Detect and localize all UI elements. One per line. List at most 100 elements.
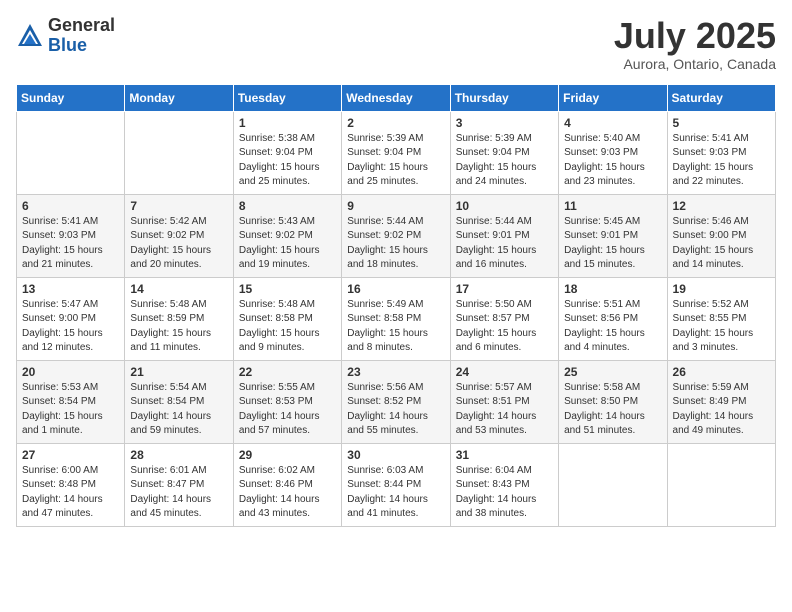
calendar-cell: 27 Sunrise: 6:00 AMSunset: 8:48 PMDayligh… (17, 443, 125, 526)
calendar-cell: 2 Sunrise: 5:39 AMSunset: 9:04 PMDaylight… (342, 111, 450, 194)
calendar-cell: 9Sunrise: 5:44 AMSunset: 9:02 PMDaylight… (342, 194, 450, 277)
day-number: 21 (130, 365, 227, 379)
calendar-cell: 24 Sunrise: 5:57 AMSunset: 8:51 PMDayligh… (450, 360, 558, 443)
day-info: Sunrise: 5:38 AMSunset: 9:04 PMDaylight:… (239, 132, 336, 190)
location-text: Aurora, Ontario, Canada (614, 56, 776, 72)
day-number: 20 (22, 365, 119, 379)
day-number: 3 (456, 116, 553, 130)
header-sunday: Sunday (17, 84, 125, 111)
day-info: Sunrise: 5:40 AMSunset: 9:03 PMDaylight:… (564, 132, 661, 190)
day-info: Sunrise: 5:53 AMSunset: 8:54 PMDaylight:… (22, 381, 119, 439)
calendar-cell: 18Sunrise: 5:51 AMSunset: 8:56 PMDayligh… (559, 277, 667, 360)
day-number: 18 (564, 282, 661, 296)
page-header: General Blue July 2025 Aurora, Ontario, … (16, 16, 776, 72)
day-number: 6 (22, 199, 119, 213)
day-info: Sunrise: 6:01 AMSunset: 8:47 PMDaylight:… (130, 464, 227, 522)
day-number: 10 (456, 199, 553, 213)
day-number: 2 (347, 116, 444, 130)
header-tuesday: Tuesday (233, 84, 341, 111)
day-info: Sunrise: 5:45 AMSunset: 9:01 PMDaylight:… (564, 215, 661, 273)
day-info: Sunrise: 5:54 AMSunset: 8:54 PMDaylight:… (130, 381, 227, 439)
calendar-cell: 23 Sunrise: 5:56 AMSunset: 8:52 PMDayligh… (342, 360, 450, 443)
title-block: July 2025 Aurora, Ontario, Canada (614, 16, 776, 72)
calendar-cell: 26 Sunrise: 5:59 AMSunset: 8:49 PMDayligh… (667, 360, 775, 443)
day-info: Sunrise: 5:47 AMSunset: 9:00 PMDaylight:… (22, 298, 119, 356)
calendar-cell: 25 Sunrise: 5:58 AMSunset: 8:50 PMDayligh… (559, 360, 667, 443)
day-info: Sunrise: 5:55 AMSunset: 8:53 PMDaylight:… (239, 381, 336, 439)
day-number: 29 (239, 448, 336, 462)
day-number: 19 (673, 282, 770, 296)
calendar-cell (17, 111, 125, 194)
day-number: 14 (130, 282, 227, 296)
day-number: 27 (22, 448, 119, 462)
calendar-cell: 8 Sunrise: 5:43 AMSunset: 9:02 PMDaylight… (233, 194, 341, 277)
day-info: Sunrise: 6:02 AMSunset: 8:46 PMDaylight:… (239, 464, 336, 522)
day-number: 24 (456, 365, 553, 379)
calendar-table: SundayMondayTuesdayWednesdayThursdayFrid… (16, 84, 776, 527)
day-number: 16 (347, 282, 444, 296)
calendar-header: SundayMondayTuesdayWednesdayThursdayFrid… (17, 84, 776, 111)
day-info: Sunrise: 5:44 AMSunset: 9:02 PMDaylight:… (347, 215, 444, 273)
month-title: July 2025 (614, 16, 776, 56)
calendar-cell (667, 443, 775, 526)
day-info: Sunrise: 5:44 AMSunset: 9:01 PMDaylight:… (456, 215, 553, 273)
day-info: Sunrise: 5:58 AMSunset: 8:50 PMDaylight:… (564, 381, 661, 439)
calendar-cell: 28 Sunrise: 6:01 AMSunset: 8:47 PMDayligh… (125, 443, 233, 526)
day-info: Sunrise: 5:41 AMSunset: 9:03 PMDaylight:… (22, 215, 119, 273)
calendar-cell (559, 443, 667, 526)
day-info: Sunrise: 6:03 AMSunset: 8:44 PMDaylight:… (347, 464, 444, 522)
day-info: Sunrise: 5:42 AMSunset: 9:02 PMDaylight:… (130, 215, 227, 273)
calendar-cell: 17Sunrise: 5:50 AMSunset: 8:57 PMDayligh… (450, 277, 558, 360)
calendar-cell: 4 Sunrise: 5:40 AMSunset: 9:03 PMDaylight… (559, 111, 667, 194)
day-info: Sunrise: 5:39 AMSunset: 9:04 PMDaylight:… (347, 132, 444, 190)
day-number: 26 (673, 365, 770, 379)
calendar-cell: 3 Sunrise: 5:39 AMSunset: 9:04 PMDaylight… (450, 111, 558, 194)
calendar-cell: 1 Sunrise: 5:38 AMSunset: 9:04 PMDaylight… (233, 111, 341, 194)
day-number: 1 (239, 116, 336, 130)
week-row-2: 6 Sunrise: 5:41 AMSunset: 9:03 PMDaylight… (17, 194, 776, 277)
calendar-cell: 31 Sunrise: 6:04 AMSunset: 8:43 PMDayligh… (450, 443, 558, 526)
day-info: Sunrise: 6:04 AMSunset: 8:43 PMDaylight:… (456, 464, 553, 522)
day-number: 17 (456, 282, 553, 296)
logo-general-text: General (48, 16, 115, 36)
calendar-cell: 21 Sunrise: 5:54 AMSunset: 8:54 PMDayligh… (125, 360, 233, 443)
day-info: Sunrise: 5:48 AMSunset: 8:58 PMDaylight:… (239, 298, 336, 356)
header-saturday: Saturday (667, 84, 775, 111)
day-number: 31 (456, 448, 553, 462)
calendar-cell: 15Sunrise: 5:48 AMSunset: 8:58 PMDayligh… (233, 277, 341, 360)
day-number: 23 (347, 365, 444, 379)
calendar-cell: 5Sunrise: 5:41 AMSunset: 9:03 PMDaylight… (667, 111, 775, 194)
calendar-cell: 29 Sunrise: 6:02 AMSunset: 8:46 PMDayligh… (233, 443, 341, 526)
week-row-4: 20 Sunrise: 5:53 AMSunset: 8:54 PMDayligh… (17, 360, 776, 443)
day-number: 22 (239, 365, 336, 379)
calendar-cell: 10 Sunrise: 5:44 AMSunset: 9:01 PMDayligh… (450, 194, 558, 277)
calendar-cell: 6 Sunrise: 5:41 AMSunset: 9:03 PMDaylight… (17, 194, 125, 277)
header-monday: Monday (125, 84, 233, 111)
day-info: Sunrise: 6:00 AMSunset: 8:48 PMDaylight:… (22, 464, 119, 522)
day-info: Sunrise: 5:48 AMSunset: 8:59 PMDaylight:… (130, 298, 227, 356)
calendar-body: 1 Sunrise: 5:38 AMSunset: 9:04 PMDaylight… (17, 111, 776, 526)
header-friday: Friday (559, 84, 667, 111)
day-info: Sunrise: 5:43 AMSunset: 9:02 PMDaylight:… (239, 215, 336, 273)
header-row: SundayMondayTuesdayWednesdayThursdayFrid… (17, 84, 776, 111)
day-number: 11 (564, 199, 661, 213)
calendar-cell: 11 Sunrise: 5:45 AMSunset: 9:01 PMDayligh… (559, 194, 667, 277)
logo: General Blue (16, 16, 115, 56)
day-info: Sunrise: 5:56 AMSunset: 8:52 PMDaylight:… (347, 381, 444, 439)
day-info: Sunrise: 5:39 AMSunset: 9:04 PMDaylight:… (456, 132, 553, 190)
day-number: 28 (130, 448, 227, 462)
day-info: Sunrise: 5:49 AMSunset: 8:58 PMDaylight:… (347, 298, 444, 356)
header-wednesday: Wednesday (342, 84, 450, 111)
day-info: Sunrise: 5:46 AMSunset: 9:00 PMDaylight:… (673, 215, 770, 273)
calendar-cell (125, 111, 233, 194)
day-number: 13 (22, 282, 119, 296)
day-number: 25 (564, 365, 661, 379)
day-info: Sunrise: 5:59 AMSunset: 8:49 PMDaylight:… (673, 381, 770, 439)
day-number: 4 (564, 116, 661, 130)
day-number: 8 (239, 199, 336, 213)
calendar-cell: 20 Sunrise: 5:53 AMSunset: 8:54 PMDayligh… (17, 360, 125, 443)
logo-blue-text: Blue (48, 36, 115, 56)
week-row-5: 27 Sunrise: 6:00 AMSunset: 8:48 PMDayligh… (17, 443, 776, 526)
day-info: Sunrise: 5:57 AMSunset: 8:51 PMDaylight:… (456, 381, 553, 439)
calendar-cell: 30Sunrise: 6:03 AMSunset: 8:44 PMDayligh… (342, 443, 450, 526)
